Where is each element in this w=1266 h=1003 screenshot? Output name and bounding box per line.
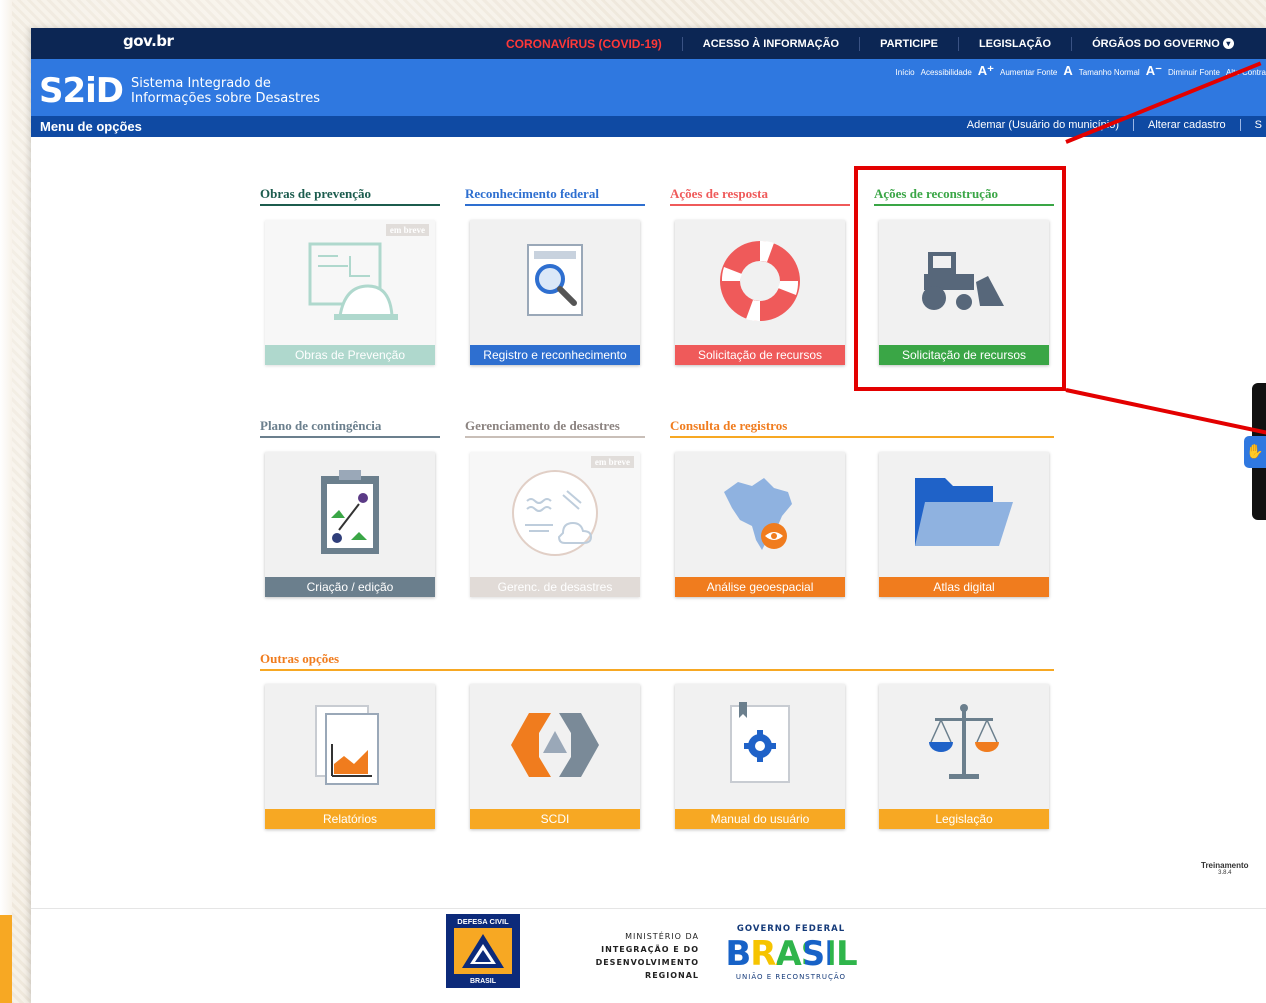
environment-label: Treinamento xyxy=(1201,861,1249,870)
ministerio-logo: MINISTÉRIO DA INTEGRAÇÃO E DO DESENVOLVI… xyxy=(571,930,699,982)
card-label: Registro e reconhecimento xyxy=(470,345,640,365)
clipboard-chart-icon xyxy=(265,452,435,574)
card-label: Relatórios xyxy=(265,809,435,829)
orgaos-governo-link[interactable]: ÓRGÃOS DO GOVERNO ▾ xyxy=(1072,37,1254,51)
section-obras-prevencao: Obras de prevenção xyxy=(260,186,440,206)
s2id-title: Sistema Integrado de Informações sobre D… xyxy=(131,76,320,106)
defesa-civil-emblem-icon xyxy=(454,928,512,974)
s2id-logo[interactable]: S2iD xyxy=(39,73,124,109)
scdi-logo-icon xyxy=(470,684,640,806)
chevron-down-icon: ▾ xyxy=(1222,38,1234,50)
card-analise-geoespacial[interactable]: Análise geoespacial xyxy=(675,452,845,597)
decrease-font-link[interactable]: Diminuir Fonte xyxy=(1168,68,1220,77)
acessibilidade-link[interactable]: Acessibilidade xyxy=(921,68,972,77)
section-acoes-resposta: Ações de resposta xyxy=(670,186,850,206)
section-outras-opcoes: Outras opções xyxy=(260,651,1054,671)
increase-font-icon[interactable]: A⁺ xyxy=(978,63,994,79)
ministerio-line-2: INTEGRAÇÃO E DO xyxy=(601,945,699,954)
defesa-civil-logo: DEFESA CIVIL BRASIL xyxy=(446,914,520,988)
left-edge xyxy=(0,0,12,1003)
accessibility-hand-icon[interactable]: ✋ xyxy=(1244,436,1266,468)
scales-icon xyxy=(879,684,1049,806)
card-legislacao[interactable]: Legislação xyxy=(879,684,1049,829)
section-reconhecimento-federal: Reconhecimento federal xyxy=(465,186,645,206)
brasil-wordmark: BRASIL xyxy=(721,936,861,972)
covid-link[interactable]: CORONAVÍRUS (COVID-19) xyxy=(486,36,683,51)
legislacao-link[interactable]: LEGISLAÇÃO xyxy=(959,36,1073,51)
ministerio-line-1: MINISTÉRIO DA xyxy=(625,932,699,941)
document-search-icon xyxy=(470,220,640,342)
card-label: Atlas digital xyxy=(879,577,1049,597)
title-line-2: Informações sobre Desastres xyxy=(131,91,320,106)
s2id-header: S2iD Sistema Integrado de Informações so… xyxy=(31,59,1266,116)
gov-top-bar: gov.br CORONAVÍRUS (COVID-19) ACESSO À I… xyxy=(31,28,1266,59)
blueprint-helmet-icon xyxy=(265,220,435,342)
uniao-reconstrucao-text: UNIÃO E RECONSTRUÇÃO xyxy=(735,973,847,981)
alterar-cadastro-link[interactable]: Alterar cadastro xyxy=(1134,119,1241,131)
inicio-link[interactable]: Início xyxy=(896,68,915,77)
version-number: 3.8.4 xyxy=(1218,870,1232,876)
participe-link[interactable]: PARTICIPE xyxy=(860,36,959,51)
report-chart-icon xyxy=(265,684,435,806)
card-registro-reconhecimento[interactable]: Registro e reconhecimento xyxy=(470,220,640,365)
accessibility-bar: Início Acessibilidade A⁺ Aumentar Fonte … xyxy=(896,63,1266,79)
card-label: SCDI xyxy=(470,809,640,829)
menu-title: Menu de opções xyxy=(40,119,142,134)
browser-page: gov.br CORONAVÍRUS (COVID-19) ACESSO À I… xyxy=(31,28,1266,1003)
card-label: Manual do usuário xyxy=(675,809,845,829)
card-label: Criação / edição xyxy=(265,577,435,597)
weather-hazards-icon xyxy=(470,452,640,574)
brazil-map-icon xyxy=(675,452,845,574)
defesa-civil-brasil: BRASIL xyxy=(469,978,497,985)
orgaos-governo-label: ÓRGÃOS DO GOVERNO xyxy=(1092,37,1220,50)
card-label: Solicitação de recursos xyxy=(675,345,845,365)
version-info: Treinamento 3.8.4 xyxy=(1201,861,1249,876)
card-criacao-edicao[interactable]: Criação / edição xyxy=(265,452,435,597)
title-line-1: Sistema Integrado de xyxy=(131,76,271,91)
folder-icon xyxy=(879,452,1049,574)
sair-link[interactable]: S xyxy=(1241,119,1266,131)
card-label: Legislação xyxy=(879,809,1049,829)
manual-gear-icon xyxy=(675,684,845,806)
acesso-informacao-link[interactable]: ACESSO À INFORMAÇÃO xyxy=(683,36,861,51)
card-solicitacao-resposta[interactable]: Solicitação de recursos xyxy=(675,220,845,365)
defesa-civil-text: DEFESA CIVIL xyxy=(457,917,509,926)
card-relatorios[interactable]: Relatórios xyxy=(265,684,435,829)
side-accent xyxy=(0,915,12,1003)
card-atlas-digital[interactable]: Atlas digital xyxy=(879,452,1049,597)
lifebuoy-icon xyxy=(675,220,845,342)
card-label: Gerenc. de desastres xyxy=(470,577,640,597)
ministerio-line-3: DESENVOLVIMENTO xyxy=(595,958,699,967)
governo-federal-logo: GOVERNO FEDERAL BRASIL UNIÃO E RECONSTRU… xyxy=(721,924,861,981)
normal-font-link[interactable]: Tamanho Normal xyxy=(1079,68,1140,77)
normal-font-icon[interactable]: A xyxy=(1063,63,1072,78)
gov-links: CORONAVÍRUS (COVID-19) ACESSO À INFORMAÇ… xyxy=(486,28,1254,59)
highlight-box xyxy=(854,166,1066,391)
section-gerenciamento-desastres: Gerenciamento de desastres xyxy=(465,418,645,438)
footer-divider xyxy=(31,908,1266,909)
increase-font-link[interactable]: Aumentar Fonte xyxy=(1000,68,1057,77)
section-plano-contingencia: Plano de contingência xyxy=(260,418,440,438)
governo-federal-text: GOVERNO FEDERAL xyxy=(736,924,846,934)
ministerio-line-4: REGIONAL xyxy=(645,971,699,980)
card-obras-prevencao[interactable]: em breve Obras de Prevenção xyxy=(265,220,435,365)
section-consulta-registros: Consulta de registros xyxy=(670,418,1054,438)
govbr-logo[interactable]: gov.br xyxy=(123,32,174,50)
decrease-font-icon[interactable]: A⁻ xyxy=(1146,63,1162,79)
card-label: Obras de Prevenção xyxy=(265,345,435,365)
card-scdi[interactable]: SCDI xyxy=(470,684,640,829)
card-label: Análise geoespacial xyxy=(675,577,845,597)
card-manual-usuario[interactable]: Manual do usuário xyxy=(675,684,845,829)
card-gerenciamento[interactable]: em breve Gerenc. de desastres xyxy=(470,452,640,597)
